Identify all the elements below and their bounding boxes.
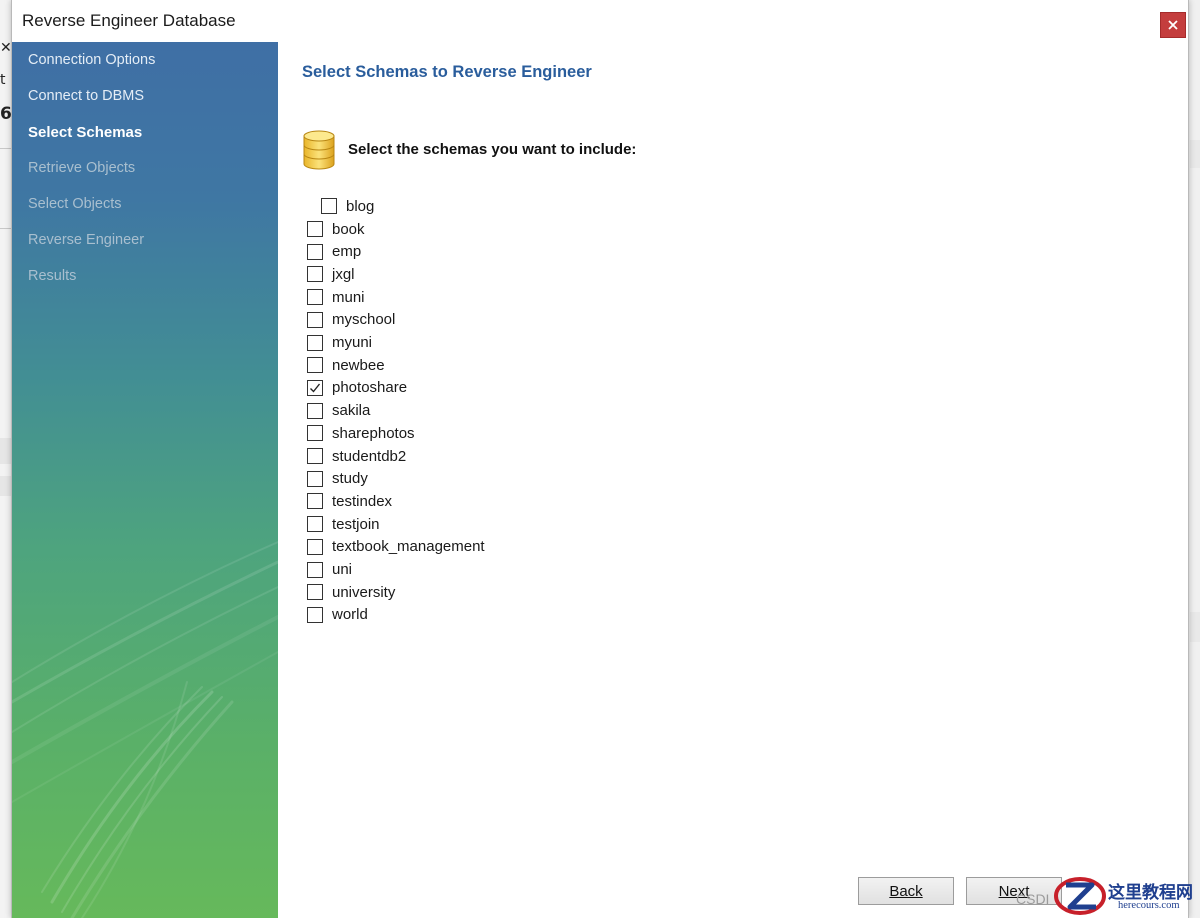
schema-label: book xyxy=(332,220,365,238)
reverse-engineer-dialog: Reverse Engineer Database Connection Opt… xyxy=(11,0,1189,918)
watermark-site-url: herecours.com xyxy=(1118,900,1180,911)
schema-checkbox[interactable] xyxy=(307,561,323,578)
back-button[interactable]: Back xyxy=(858,877,954,905)
sidebar-item-reverse-engineer: Reverse Engineer xyxy=(28,232,145,248)
schema-prompt: Select the schemas you want to include: xyxy=(348,141,637,158)
schema-label: studentdb2 xyxy=(332,447,407,465)
schema-row[interactable]: muni xyxy=(307,287,365,307)
schema-row[interactable]: uni xyxy=(307,560,352,580)
schema-label: jxgl xyxy=(332,265,355,283)
sidebar-item-retrieve-objects: Retrieve Objects xyxy=(28,160,136,176)
background-band xyxy=(1190,140,1200,168)
sidebar-item-results: Results xyxy=(28,268,77,284)
schema-label: blog xyxy=(346,197,375,215)
back-button-label: Back xyxy=(889,882,923,900)
schema-label: sakila xyxy=(332,402,371,420)
schema-row[interactable]: myuni xyxy=(307,333,372,353)
schema-checkbox[interactable] xyxy=(307,311,323,328)
wizard-sidebar: Connection Options Connect to DBMS Selec… xyxy=(12,42,278,918)
schema-checkbox[interactable] xyxy=(307,448,323,464)
schema-checkbox[interactable] xyxy=(307,606,323,623)
schema-label: emp xyxy=(332,243,362,261)
schema-checkbox[interactable] xyxy=(307,584,323,601)
schema-row[interactable]: university xyxy=(307,582,395,602)
schema-checkbox[interactable] xyxy=(307,266,323,283)
schema-row[interactable]: emp xyxy=(307,242,361,262)
checkmark-icon xyxy=(310,383,321,393)
schema-checkbox[interactable] xyxy=(307,493,323,510)
sidebar-item-connect-to-dbms: Connect to DBMS xyxy=(28,88,145,104)
schema-checkbox[interactable] xyxy=(307,289,323,306)
background-close-glyph: ✕ xyxy=(0,40,12,56)
schema-checkbox[interactable] xyxy=(307,243,323,260)
schema-row[interactable]: book xyxy=(307,219,365,239)
schema-label: sharephotos xyxy=(332,424,415,442)
close-button[interactable] xyxy=(1160,12,1186,38)
schema-label: university xyxy=(332,583,396,601)
schema-checkbox[interactable] xyxy=(307,470,323,487)
schema-checkbox[interactable] xyxy=(307,425,323,442)
schema-row[interactable]: testindex xyxy=(307,491,392,511)
schema-checkbox[interactable] xyxy=(307,334,323,351)
page-title: Select Schemas to Reverse Engineer xyxy=(302,63,592,81)
schema-label: study xyxy=(332,470,368,488)
schema-label: myschool xyxy=(332,311,396,329)
schema-checkbox[interactable] xyxy=(307,516,323,533)
schema-row[interactable]: studentdb2 xyxy=(307,446,406,466)
schema-checkbox[interactable] xyxy=(307,379,323,396)
background-band xyxy=(1190,612,1200,642)
schema-label: uni xyxy=(332,561,353,578)
schema-row[interactable]: myschool xyxy=(307,310,395,330)
schema-row[interactable]: world xyxy=(307,605,368,625)
schema-checkbox[interactable] xyxy=(321,198,337,214)
database-icon xyxy=(303,130,335,170)
schema-label: photoshare xyxy=(332,379,408,397)
schema-checkbox[interactable] xyxy=(307,402,323,419)
schema-checkbox[interactable] xyxy=(307,538,323,555)
schema-row[interactable]: sakila xyxy=(307,401,370,421)
schema-label: world xyxy=(332,606,368,624)
schema-row[interactable]: newbee xyxy=(307,355,385,375)
schema-label: newbee xyxy=(332,356,385,374)
wizard-content: Select Schemas to Reverse Engineer Selec… xyxy=(278,42,1188,918)
title-bar: Reverse Engineer Database xyxy=(12,0,1188,42)
background-text-fragment: t xyxy=(0,72,6,88)
schema-row[interactable]: blog xyxy=(321,196,374,216)
schema-checkbox[interactable] xyxy=(307,221,323,237)
schema-label: myuni xyxy=(332,334,373,351)
schema-row[interactable]: textbook_management xyxy=(307,537,485,557)
sidebar-item-connection-options: Connection Options xyxy=(28,52,156,68)
watermark-csdn: CSDI xyxy=(1016,891,1050,907)
schema-row[interactable]: study xyxy=(307,469,368,489)
schema-label: muni xyxy=(332,288,365,306)
schema-row[interactable]: photoshare xyxy=(307,378,407,398)
schema-label: testindex xyxy=(332,492,393,510)
schema-label: testjoin xyxy=(332,515,380,533)
close-icon xyxy=(1168,20,1178,30)
schema-row[interactable]: jxgl xyxy=(307,264,355,284)
sidebar-item-select-schemas: Select Schemas xyxy=(28,124,143,141)
schema-checkbox[interactable] xyxy=(307,357,323,374)
sidebar-item-select-objects: Select Objects xyxy=(28,196,122,212)
schema-label: textbook_management xyxy=(332,538,485,556)
window-title: Reverse Engineer Database xyxy=(22,11,236,30)
schema-row[interactable]: testjoin xyxy=(307,514,380,534)
schema-row[interactable]: sharephotos xyxy=(307,423,415,443)
